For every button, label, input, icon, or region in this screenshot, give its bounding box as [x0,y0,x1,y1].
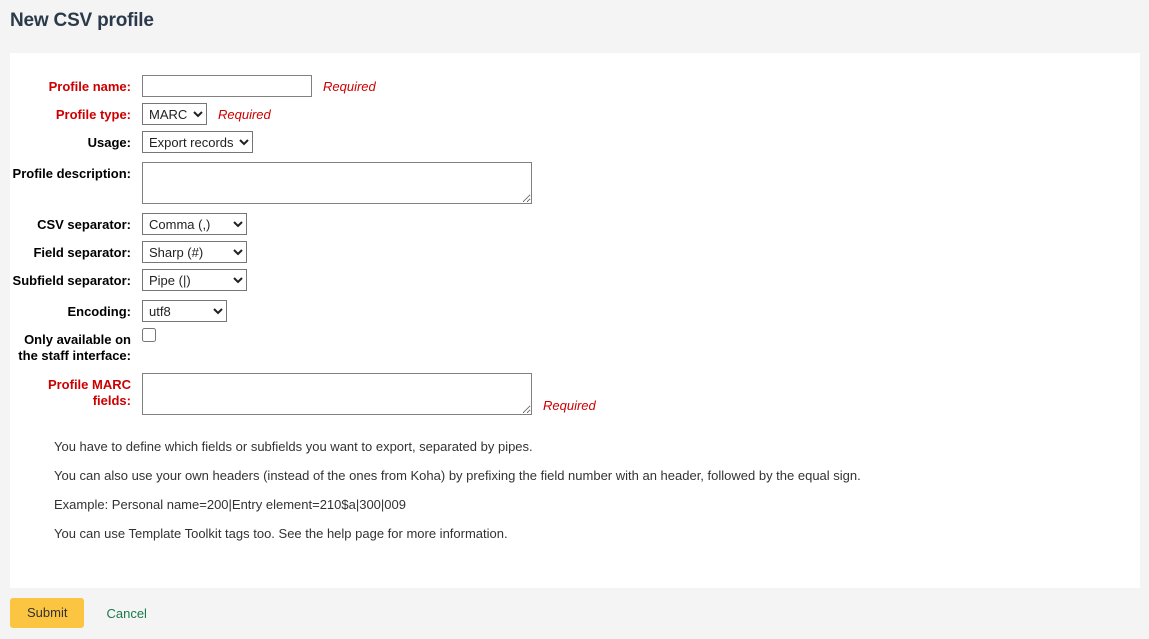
staff-only-checkbox[interactable] [142,328,156,342]
hint-text: You can also use your own headers (inste… [54,468,861,483]
profile-name-required-note: Required [323,79,376,94]
form-row-field-separator: Field separator: Sharp (#) [10,241,1140,263]
hint-text: Example: Personal name=200|Entry element… [54,497,406,512]
label-csv-separator: CSV separator: [37,217,131,232]
help-hints: You have to define which fields or subfi… [10,415,1140,541]
hint-text: You can use Template Toolkit tags too. S… [54,526,508,541]
form-row-staff-only: Only available on the staff interface: [10,328,1140,364]
new-csv-profile-form: Profile name: Required Profile type: MAR… [10,53,1140,415]
form-actions: Submit Cancel [10,598,147,628]
encoding-select[interactable]: utf8 [142,300,227,322]
subfield-separator-select[interactable]: Pipe (|) [142,269,247,291]
profile-name-input[interactable] [142,75,312,97]
label-usage: Usage: [87,135,131,150]
form-row-profile-type: Profile type: MARC Required [10,103,1140,125]
page-title: New CSV profile [10,10,154,31]
field-separator-select[interactable]: Sharp (#) [142,241,247,263]
label-subfield-separator: Subfield separator: [12,273,131,288]
label-staff-only: Only available on the staff interface: [18,332,131,363]
form-row-profile-description: Profile description: [10,162,1140,204]
cancel-link[interactable]: Cancel [106,606,146,621]
csv-separator-select[interactable]: Comma (,) [142,213,247,235]
csv-profile-form-panel: Profile name: Required Profile type: MAR… [10,53,1140,588]
label-profile-type: Profile type: [55,107,131,122]
form-row-encoding: Encoding: utf8 [10,300,1140,322]
form-row-csv-separator: CSV separator: Comma (,) [10,213,1140,235]
form-row-usage: Usage: Export records [10,131,1140,153]
profile-marc-fields-required-note: Required [543,398,596,413]
hint-text: You have to define which fields or subfi… [54,439,533,454]
form-row-profile-marc-fields: Profile MARC fields: Required [10,373,1140,415]
profile-marc-fields-textarea[interactable] [142,373,532,415]
label-profile-name: Profile name: [48,79,131,94]
profile-type-select[interactable]: MARC [142,103,207,125]
submit-button[interactable]: Submit [10,598,85,628]
form-row-profile-name: Profile name: Required [10,75,1140,97]
usage-select[interactable]: Export records [142,131,253,153]
profile-type-required-note: Required [218,107,271,122]
profile-description-textarea[interactable] [142,162,532,204]
label-field-separator: Field separator: [33,245,131,260]
label-profile-description: Profile description: [12,166,131,181]
form-row-subfield-separator: Subfield separator: Pipe (|) [10,269,1140,291]
label-encoding: Encoding: [67,304,131,319]
label-profile-marc-fields: Profile MARC fields: [47,377,131,408]
